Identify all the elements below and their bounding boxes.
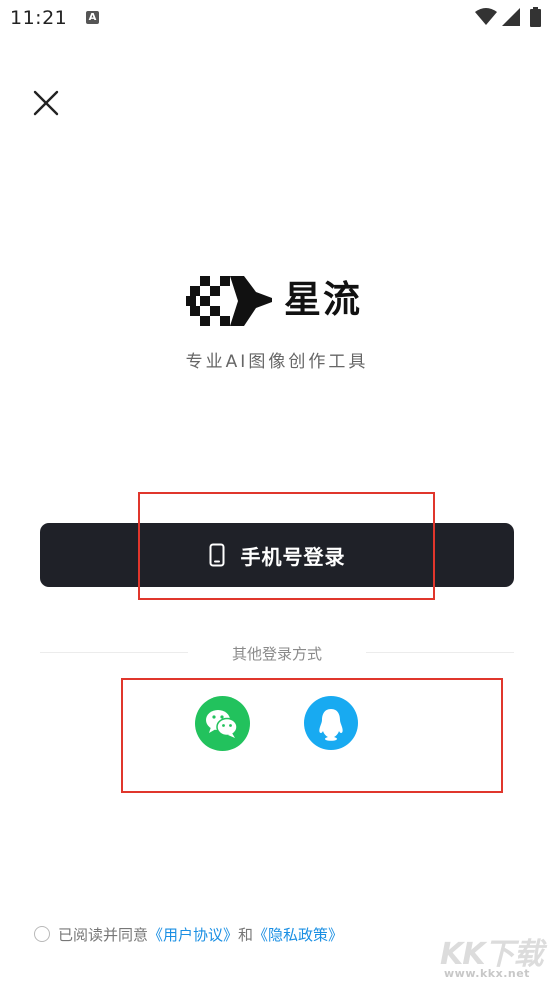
status-bar: 11:21 A: [0, 0, 554, 38]
watermark-url: www.kkx.net: [444, 967, 530, 980]
close-icon: [33, 90, 59, 116]
wifi-icon: [475, 8, 497, 25]
agreement-conjunction: 和: [238, 926, 254, 944]
privacy-policy-link[interactable]: 《隐私政策》: [253, 926, 343, 944]
user-agreement-link[interactable]: 《用户协议》: [148, 926, 238, 944]
signal-icon: [502, 8, 520, 26]
brand-tagline: 专业AI图像创作工具: [185, 352, 369, 372]
battery-icon: [530, 7, 541, 27]
status-time: 11:21: [10, 7, 68, 29]
highlight-box-social: [121, 678, 503, 793]
agreement-prefix: 已阅读并同意: [58, 926, 149, 944]
brand-logo-icon: [186, 276, 272, 326]
highlight-box-phone: [138, 492, 435, 600]
close-button[interactable]: [28, 86, 64, 122]
agree-checkbox[interactable]: [34, 926, 50, 942]
notification-a-icon: A: [86, 11, 99, 24]
other-login-label: 其他登录方式: [231, 645, 322, 663]
brand-name: 星流: [284, 278, 362, 321]
agreement-text: 已阅读并同意《用户协议》和《隐私政策》: [58, 924, 343, 945]
divider-right: [366, 652, 514, 653]
